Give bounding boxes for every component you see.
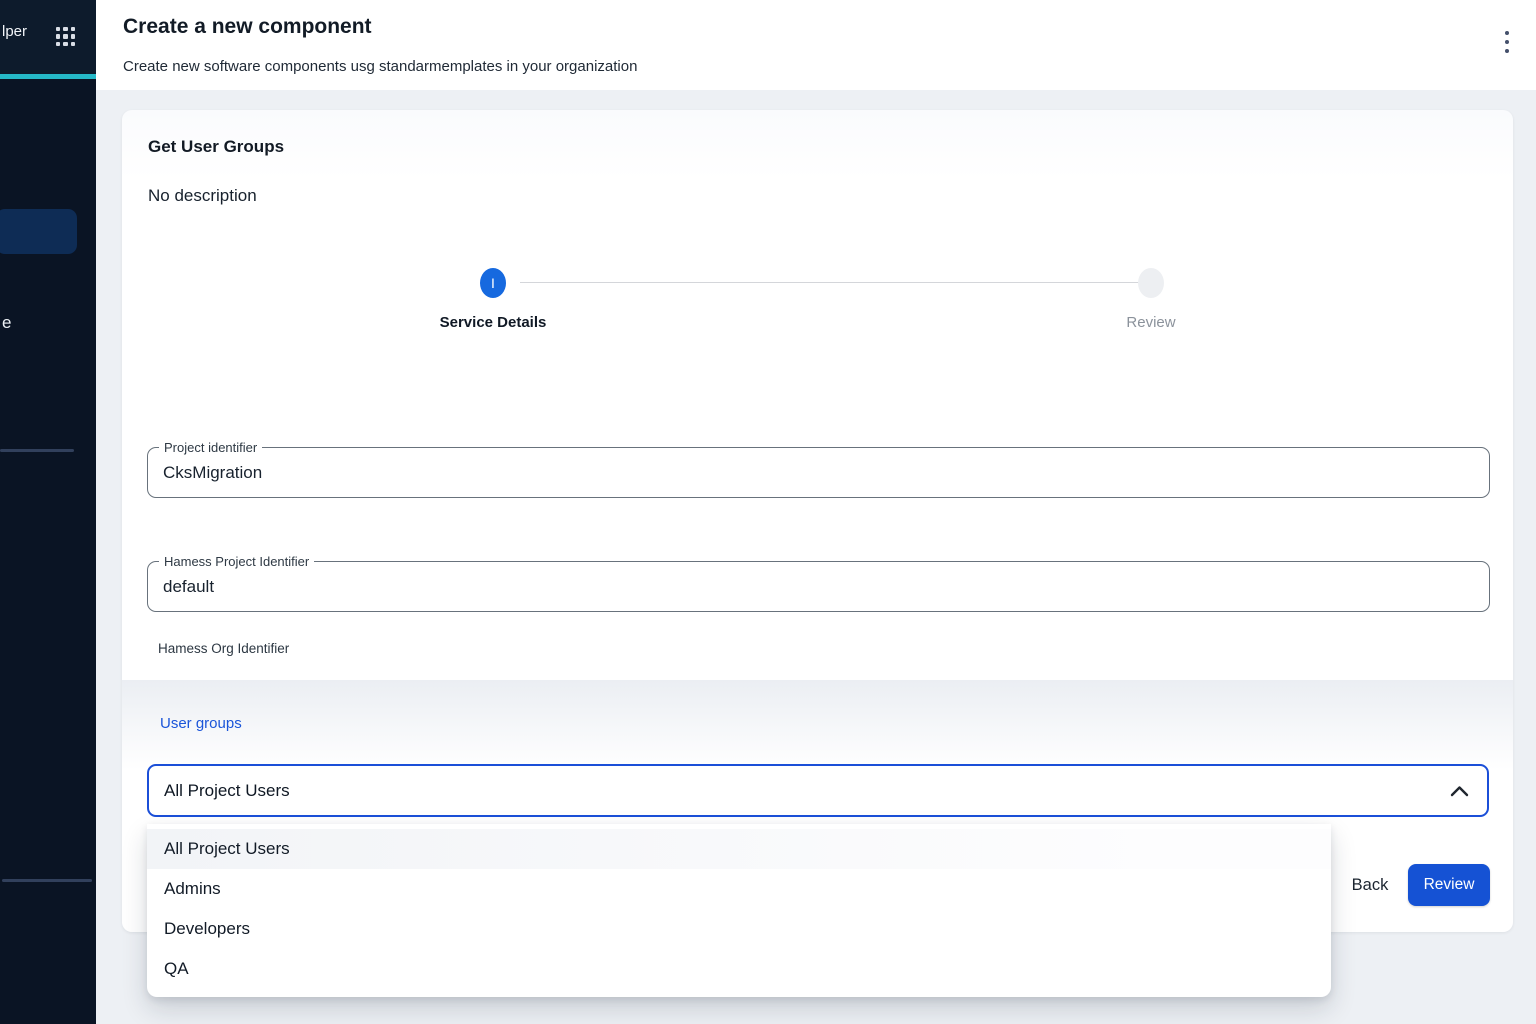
step-label-review: Review — [1081, 314, 1221, 331]
sidebar-divider — [0, 449, 74, 452]
harness-project-identifier-input[interactable] — [163, 563, 1463, 610]
template-title: Get User Groups — [148, 137, 284, 157]
page-title: Create a new component — [123, 15, 372, 39]
project-identifier-field: Project identifier — [147, 447, 1490, 498]
harness-project-identifier-field: Hamess Project Identifier — [147, 561, 1490, 612]
page-header: Create a new component Create new softwa… — [96, 0, 1536, 90]
user-groups-link[interactable]: User groups — [160, 715, 242, 732]
back-button[interactable]: Back — [1334, 866, 1406, 904]
dropdown-option-developers[interactable]: Developers — [147, 909, 1331, 949]
template-form-card: Get User Groups No description I Service… — [122, 110, 1513, 932]
stepper-connector — [520, 282, 1139, 283]
step-label-service-details: Service Details — [379, 314, 607, 331]
sidebar-accent-bar — [0, 74, 96, 79]
chevron-up-icon — [1450, 785, 1469, 797]
dropdown-option-qa[interactable]: QA — [147, 949, 1331, 989]
dropdown-option-admins[interactable]: Admins — [147, 869, 1331, 909]
sidebar-divider — [2, 879, 92, 882]
user-groups-dropdown: All Project Users Admins Developers QA — [147, 824, 1331, 997]
review-button[interactable]: Review — [1408, 864, 1490, 906]
sidebar-item-selected[interactable] — [0, 209, 77, 254]
kebab-menu-icon[interactable] — [1500, 31, 1514, 53]
step-review-indicator[interactable] — [1138, 268, 1164, 298]
apps-grid-icon[interactable] — [56, 27, 75, 46]
step-service-details-indicator[interactable]: I — [480, 268, 506, 298]
user-groups-select[interactable]: All Project Users — [147, 764, 1489, 817]
dropdown-option-all-project-users[interactable]: All Project Users — [147, 829, 1331, 869]
project-identifier-input[interactable] — [163, 449, 1463, 496]
sidebar-app-title-partial: lper — [2, 23, 27, 40]
page-subtitle: Create new software components usg stand… — [123, 58, 637, 75]
sidebar-item-partial-label[interactable]: e — [2, 313, 11, 333]
user-groups-select-value: All Project Users — [164, 781, 290, 801]
template-description: No description — [148, 186, 257, 206]
harness-org-identifier-label: Hamess Org Identifier — [158, 641, 289, 656]
sidebar-header: lper — [0, 0, 96, 74]
sidebar: lper e — [0, 0, 96, 1024]
